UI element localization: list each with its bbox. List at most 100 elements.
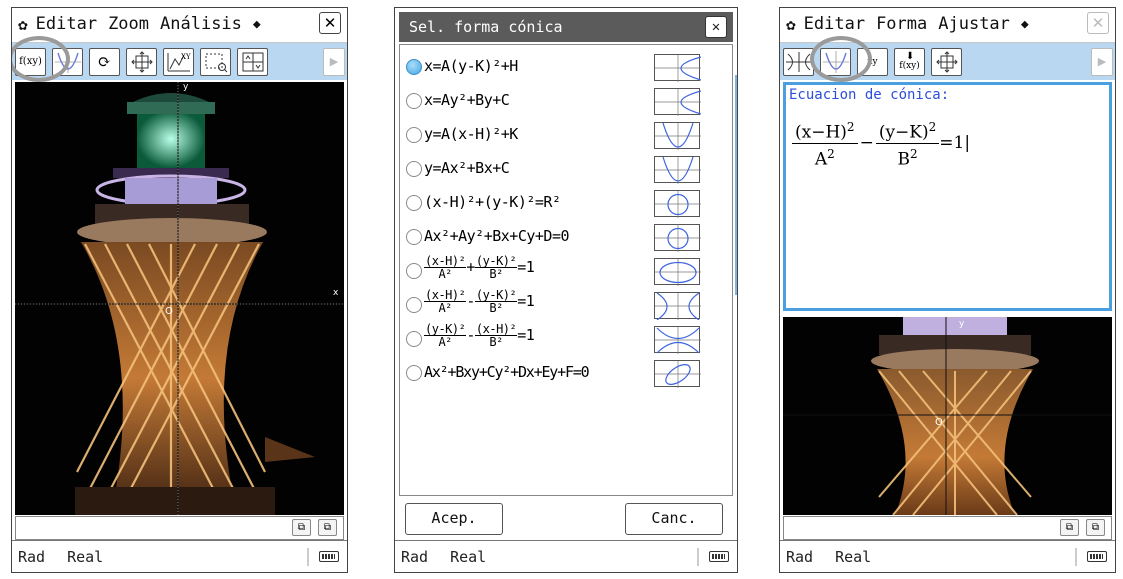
formula-denominator: A² <box>438 335 452 349</box>
graph-origin-label: O <box>165 306 173 317</box>
formula-denominator: B² <box>489 301 503 315</box>
paste-icon[interactable]: ⧉ <box>318 519 337 536</box>
copy-icon[interactable]: ⧉ <box>292 519 311 536</box>
battery-icon <box>709 551 729 562</box>
rotated-ellipse-icon <box>654 360 701 388</box>
radio[interactable] <box>406 365 422 381</box>
formula-rhs: =1 <box>517 292 535 310</box>
graph-y-axis-label: y <box>183 82 189 92</box>
conic-equation-editor[interactable]: Ecuacion de cónica: (x−H)2 A2 − (y−K)2 B2 … <box>783 82 1112 311</box>
entry-line[interactable]: ⧉ ⧉ <box>15 516 344 540</box>
menu-forma[interactable]: Forma <box>876 14 927 34</box>
conic-formula: Ax²+Bxy+Cy²+Dx+Ey+F=0 <box>424 363 590 381</box>
conic-option-7[interactable]: (x-H)² A² - (y-K)² B² =1 <box>404 289 737 320</box>
conic-option-0[interactable]: x=A(y-K)²+H <box>404 51 737 82</box>
parabola-up-icon <box>654 122 701 150</box>
formula-denominator: B² <box>489 267 503 281</box>
status-bar: Rad Real <box>12 540 347 572</box>
battery-icon <box>319 551 339 562</box>
svg-text:XY: XY <box>181 53 191 61</box>
radio[interactable] <box>406 331 422 347</box>
formula-numerator: (x−H) <box>795 122 847 143</box>
calculator-screen-conic-editor: ✿ Editar Forma Ajustar ◆ ✕ xy f(xy) ⬇ ▶ E… <box>779 7 1116 573</box>
entry-line[interactable]: ⧉ ⧉ <box>783 516 1112 540</box>
conic-option-6[interactable]: (x-H)² A² + (y-K)² B² =1 <box>404 255 737 286</box>
status-angle[interactable]: Rad <box>786 548 813 566</box>
hyperbola-horizontal-icon <box>654 292 701 320</box>
graph-window[interactable]: y O x <box>15 82 344 515</box>
box-zoom-icon[interactable] <box>200 47 231 76</box>
graph-window[interactable]: y O <box>783 317 1112 515</box>
cancel-button[interactable]: Canc. <box>625 503 723 535</box>
radio-selected[interactable] <box>406 59 422 75</box>
conic-formula: y=A(x-H)²+K <box>424 125 518 143</box>
menu-editar[interactable]: Editar <box>804 14 865 34</box>
radio[interactable] <box>406 127 422 143</box>
conic-option-1[interactable]: x=Ay²+By+C <box>404 85 737 116</box>
parabola-up-icon <box>654 156 701 184</box>
status-number-format[interactable]: Real <box>450 548 486 566</box>
radio[interactable] <box>406 93 422 109</box>
formula-rhs: =1 <box>517 326 535 344</box>
menu-analisis[interactable]: Análisis <box>160 14 242 34</box>
menu-ajustar[interactable]: Ajustar <box>938 14 1010 34</box>
status-divider <box>1075 548 1077 566</box>
menu-bar: ✿ Editar Forma Ajustar ◆ <box>780 8 1115 40</box>
sketch-xy-icon[interactable]: XY <box>163 47 194 76</box>
down-arrow-icon: ⬇ <box>906 50 915 62</box>
circle-icon <box>654 190 701 218</box>
menu-zoom[interactable]: Zoom <box>108 14 149 34</box>
close-button[interactable]: ✕ <box>1087 12 1109 34</box>
conic-option-8[interactable]: (y-K)² A² - (x-H)² B² =1 <box>404 323 737 354</box>
radio[interactable] <box>406 195 422 211</box>
conic-formula: (y-K)² A² - (x-H)² B² =1 <box>424 323 535 349</box>
formula-operator: - <box>466 292 475 310</box>
copy-icon[interactable]: ⧉ <box>1060 519 1079 536</box>
formula-operator: + <box>466 258 475 276</box>
conic-option-9[interactable]: Ax²+Bxy+Cy²+Dx+Ey+F=0 <box>404 357 737 388</box>
ellipse-icon <box>654 258 701 286</box>
dialog-close-button[interactable]: ✕ <box>705 16 727 38</box>
highlight-ring <box>810 36 872 82</box>
paste-icon[interactable]: ⧉ <box>1086 519 1105 536</box>
status-angle[interactable]: Rad <box>401 548 428 566</box>
close-button[interactable]: ✕ <box>319 12 341 34</box>
refresh-icon[interactable]: ⟳ <box>89 47 120 76</box>
status-number-format[interactable]: Real <box>835 548 871 566</box>
status-number-format[interactable]: Real <box>67 548 103 566</box>
conic-equation[interactable]: (x−H)2 A2 − (y−K)2 B2 =1| <box>792 117 970 169</box>
settings-gear-icon[interactable]: ✿ <box>18 15 28 34</box>
menu-diamond-icon[interactable]: ◆ <box>253 17 261 32</box>
status-bar: Rad Real <box>780 540 1115 572</box>
highlight-ring <box>12 36 70 82</box>
formula-denominator: B <box>897 149 910 170</box>
settings-gear-icon[interactable]: ✿ <box>786 15 796 34</box>
zoom-fit-icon[interactable] <box>126 47 157 76</box>
table-icon[interactable] <box>237 47 268 76</box>
formula-denominator: A² <box>438 301 452 315</box>
fxy-down-button[interactable]: f(xy) ⬇ <box>894 47 925 76</box>
conic-option-5[interactable]: Ax²+Ay²+Bx+Cy+D=0 <box>404 221 737 252</box>
radio[interactable] <box>406 263 422 279</box>
toolbar-scroll-right-icon[interactable]: ▶ <box>1091 48 1113 76</box>
conic-option-4[interactable]: (x-H)²+(y-K)²=R² <box>404 187 737 218</box>
conic-formula: (x-H)² A² + (y-K)² B² =1 <box>424 255 535 281</box>
conic-formula: Ax²+Ay²+Bx+Cy+D=0 <box>424 227 570 245</box>
menu-editar[interactable]: Editar <box>36 14 97 34</box>
conic-formula: y=Ax²+Bx+C <box>424 159 510 177</box>
formula-rhs: =1 <box>517 258 535 276</box>
toolbar-scroll-right-icon[interactable]: ▶ <box>323 48 345 76</box>
menu-diamond-icon[interactable]: ◆ <box>1021 17 1029 32</box>
graph-x-axis-label: x <box>333 288 339 298</box>
accept-button[interactable]: Acep. <box>405 503 503 535</box>
graph-origin-label: O <box>935 417 943 428</box>
zoom-fit-icon[interactable] <box>931 47 962 76</box>
radio[interactable] <box>406 229 422 245</box>
radio[interactable] <box>406 161 422 177</box>
formula-denominator: A² <box>438 267 452 281</box>
conic-option-3[interactable]: y=Ax²+Bx+C <box>404 153 737 184</box>
conic-option-2[interactable]: y=A(x-H)²+K <box>404 119 737 150</box>
status-angle[interactable]: Rad <box>18 548 45 566</box>
radio[interactable] <box>406 297 422 313</box>
dialog-title: Sel. forma cónica <box>409 18 563 36</box>
